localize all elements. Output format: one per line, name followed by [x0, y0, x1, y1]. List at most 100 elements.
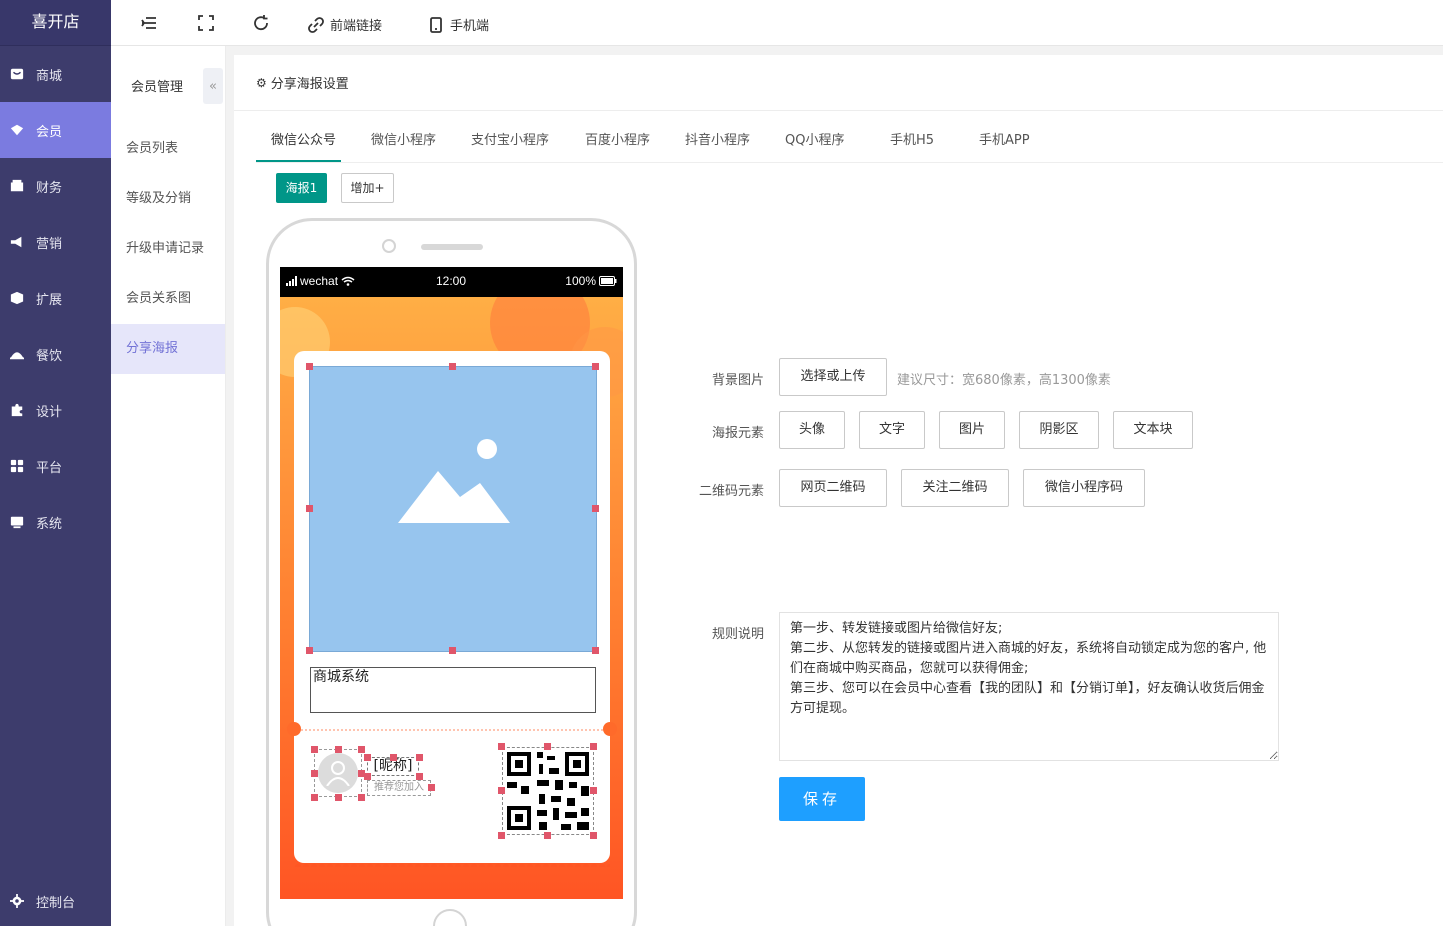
main-sidebar: 喜开店 商城 会员 财务 营销 扩展 餐饮 设计 平台 系统 控制台	[0, 0, 111, 926]
resize-handle[interactable]	[590, 743, 597, 750]
menu-toggle-button[interactable]	[141, 15, 157, 31]
tab-alipay-miniprogram[interactable]: 支付宝小程序	[471, 129, 549, 163]
sidebar-item-extend[interactable]: 扩展	[0, 270, 111, 326]
sidebar-item-system[interactable]: 系统	[0, 494, 111, 550]
poster-image-element[interactable]	[309, 366, 597, 652]
resize-handle[interactable]	[592, 363, 599, 370]
double-chevron-left-icon: «	[209, 78, 217, 94]
refresh-button[interactable]	[253, 15, 269, 31]
resize-handle[interactable]	[590, 787, 597, 794]
poster-avatar-element[interactable]	[314, 749, 362, 797]
resize-handle[interactable]	[498, 743, 505, 750]
rules-textarea[interactable]: 第一步、转发链接或图片给微信好友; 第二步、从您转发的链接或图片进入商城的好友，…	[779, 612, 1279, 761]
poster-qrcode-element[interactable]	[502, 747, 594, 835]
poster-canvas: wechat 12:00 100% 商城系统 [昵称] 推荐您加入	[280, 267, 623, 899]
add-textblock-button[interactable]: 文本块	[1113, 411, 1193, 449]
gear-icon: ⚙	[256, 75, 267, 90]
sidebar-item-label: 系统	[36, 516, 63, 532]
resize-handle[interactable]	[306, 363, 313, 370]
frontend-link-button[interactable]: 前端链接	[308, 15, 382, 34]
add-image-button[interactable]: 图片	[939, 411, 1005, 449]
store-icon	[10, 67, 24, 81]
resize-handle[interactable]	[364, 754, 371, 761]
tab-qq-miniprogram[interactable]: QQ小程序	[785, 129, 844, 163]
submenu-title-text: 会员管理	[131, 79, 184, 95]
fullscreen-button[interactable]	[198, 15, 214, 31]
card-notch	[287, 722, 301, 736]
submenu-item-levels[interactable]: 等级及分销	[111, 174, 225, 224]
resize-handle[interactable]	[364, 773, 371, 780]
resize-handle[interactable]	[390, 754, 397, 761]
submenu-item-relationship[interactable]: 会员关系图	[111, 274, 225, 324]
sidebar-item-design[interactable]: 设计	[0, 382, 111, 438]
add-text-button[interactable]: 文字	[859, 411, 925, 449]
poster-text-element[interactable]: 商城系统	[310, 667, 596, 713]
sidebar-item-console[interactable]: 控制台	[0, 876, 111, 926]
member-submenu: 会员管理 « 会员列表 等级及分销 升级申请记录 会员关系图 分享海报	[111, 46, 226, 926]
submenu-item-share-poster[interactable]: 分享海报	[111, 324, 225, 374]
add-poster-button[interactable]: 增加+	[341, 173, 394, 203]
puzzle-icon	[10, 403, 24, 417]
save-button[interactable]: 保存	[779, 777, 865, 821]
sidebar-item-food[interactable]: 餐饮	[0, 326, 111, 382]
collapse-submenu-button[interactable]: «	[203, 68, 223, 104]
tab-wechat-official[interactable]: 微信公众号	[271, 129, 336, 163]
resize-handle[interactable]	[592, 505, 599, 512]
resize-handle[interactable]	[544, 743, 551, 750]
megaphone-icon	[10, 235, 24, 249]
cube-icon	[10, 291, 24, 305]
brand-logo[interactable]: 喜开店	[0, 0, 111, 46]
choose-upload-button[interactable]: 选择或上传	[779, 358, 887, 396]
add-avatar-button[interactable]: 头像	[779, 411, 845, 449]
frontend-link-label: 前端链接	[330, 19, 383, 34]
resize-handle[interactable]	[498, 787, 505, 794]
signal-icon	[286, 276, 297, 286]
tab-mobile-h5[interactable]: 手机H5	[890, 129, 934, 163]
qrcode-icon	[507, 752, 589, 830]
sidebar-item-finance[interactable]: 财务	[0, 158, 111, 214]
submenu-item-upgrade-records[interactable]: 升级申请记录	[111, 224, 225, 274]
resize-handle[interactable]	[306, 647, 313, 654]
resize-handle[interactable]	[358, 794, 365, 801]
poster-tab-1[interactable]: 海报1	[276, 173, 327, 203]
finance-icon	[10, 179, 24, 193]
sidebar-item-label: 商城	[36, 68, 63, 84]
resize-handle[interactable]	[449, 647, 456, 654]
resize-handle[interactable]	[311, 770, 318, 777]
resize-handle[interactable]	[416, 754, 423, 761]
resize-handle[interactable]	[498, 832, 505, 839]
resize-handle[interactable]	[311, 746, 318, 753]
sidebar-item-member[interactable]: 会员	[0, 102, 111, 158]
resize-handle[interactable]	[416, 773, 423, 780]
poster-recommend-element[interactable]: 推荐您加入	[367, 780, 431, 796]
mobile-button[interactable]: 手机端	[428, 15, 489, 34]
grid-icon	[10, 459, 24, 473]
resize-handle[interactable]	[428, 784, 435, 791]
sidebar-item-platform[interactable]: 平台	[0, 438, 111, 494]
resize-handle[interactable]	[335, 746, 342, 753]
tab-wechat-miniprogram[interactable]: 微信小程序	[371, 129, 436, 163]
add-shadow-button[interactable]: 阴影区	[1019, 411, 1099, 449]
resize-handle[interactable]	[358, 746, 365, 753]
submenu-title: 会员管理 «	[111, 46, 225, 124]
tab-mobile-app[interactable]: 手机APP	[979, 129, 1030, 163]
sidebar-item-marketing[interactable]: 营销	[0, 214, 111, 270]
add-follow-qrcode-button[interactable]: 关注二维码	[901, 469, 1009, 507]
resize-handle[interactable]	[592, 647, 599, 654]
submenu-item-member-list[interactable]: 会员列表	[111, 124, 225, 174]
add-web-qrcode-button[interactable]: 网页二维码	[779, 469, 887, 507]
resize-handle[interactable]	[544, 832, 551, 839]
add-miniprogram-code-button[interactable]: 微信小程序码	[1023, 469, 1145, 507]
tab-douyin-miniprogram[interactable]: 抖音小程序	[685, 129, 750, 163]
resize-handle[interactable]	[306, 505, 313, 512]
poster-elements-label: 海报元素	[711, 426, 764, 441]
phone-home-button	[433, 909, 467, 926]
battery-percent: 100%	[565, 274, 596, 288]
sidebar-item-store[interactable]: 商城	[0, 46, 111, 102]
resize-handle[interactable]	[335, 794, 342, 801]
resize-handle[interactable]	[311, 794, 318, 801]
resize-handle[interactable]	[590, 832, 597, 839]
mobile-label: 手机端	[450, 19, 490, 34]
tab-baidu-miniprogram[interactable]: 百度小程序	[585, 129, 650, 163]
resize-handle[interactable]	[449, 363, 456, 370]
